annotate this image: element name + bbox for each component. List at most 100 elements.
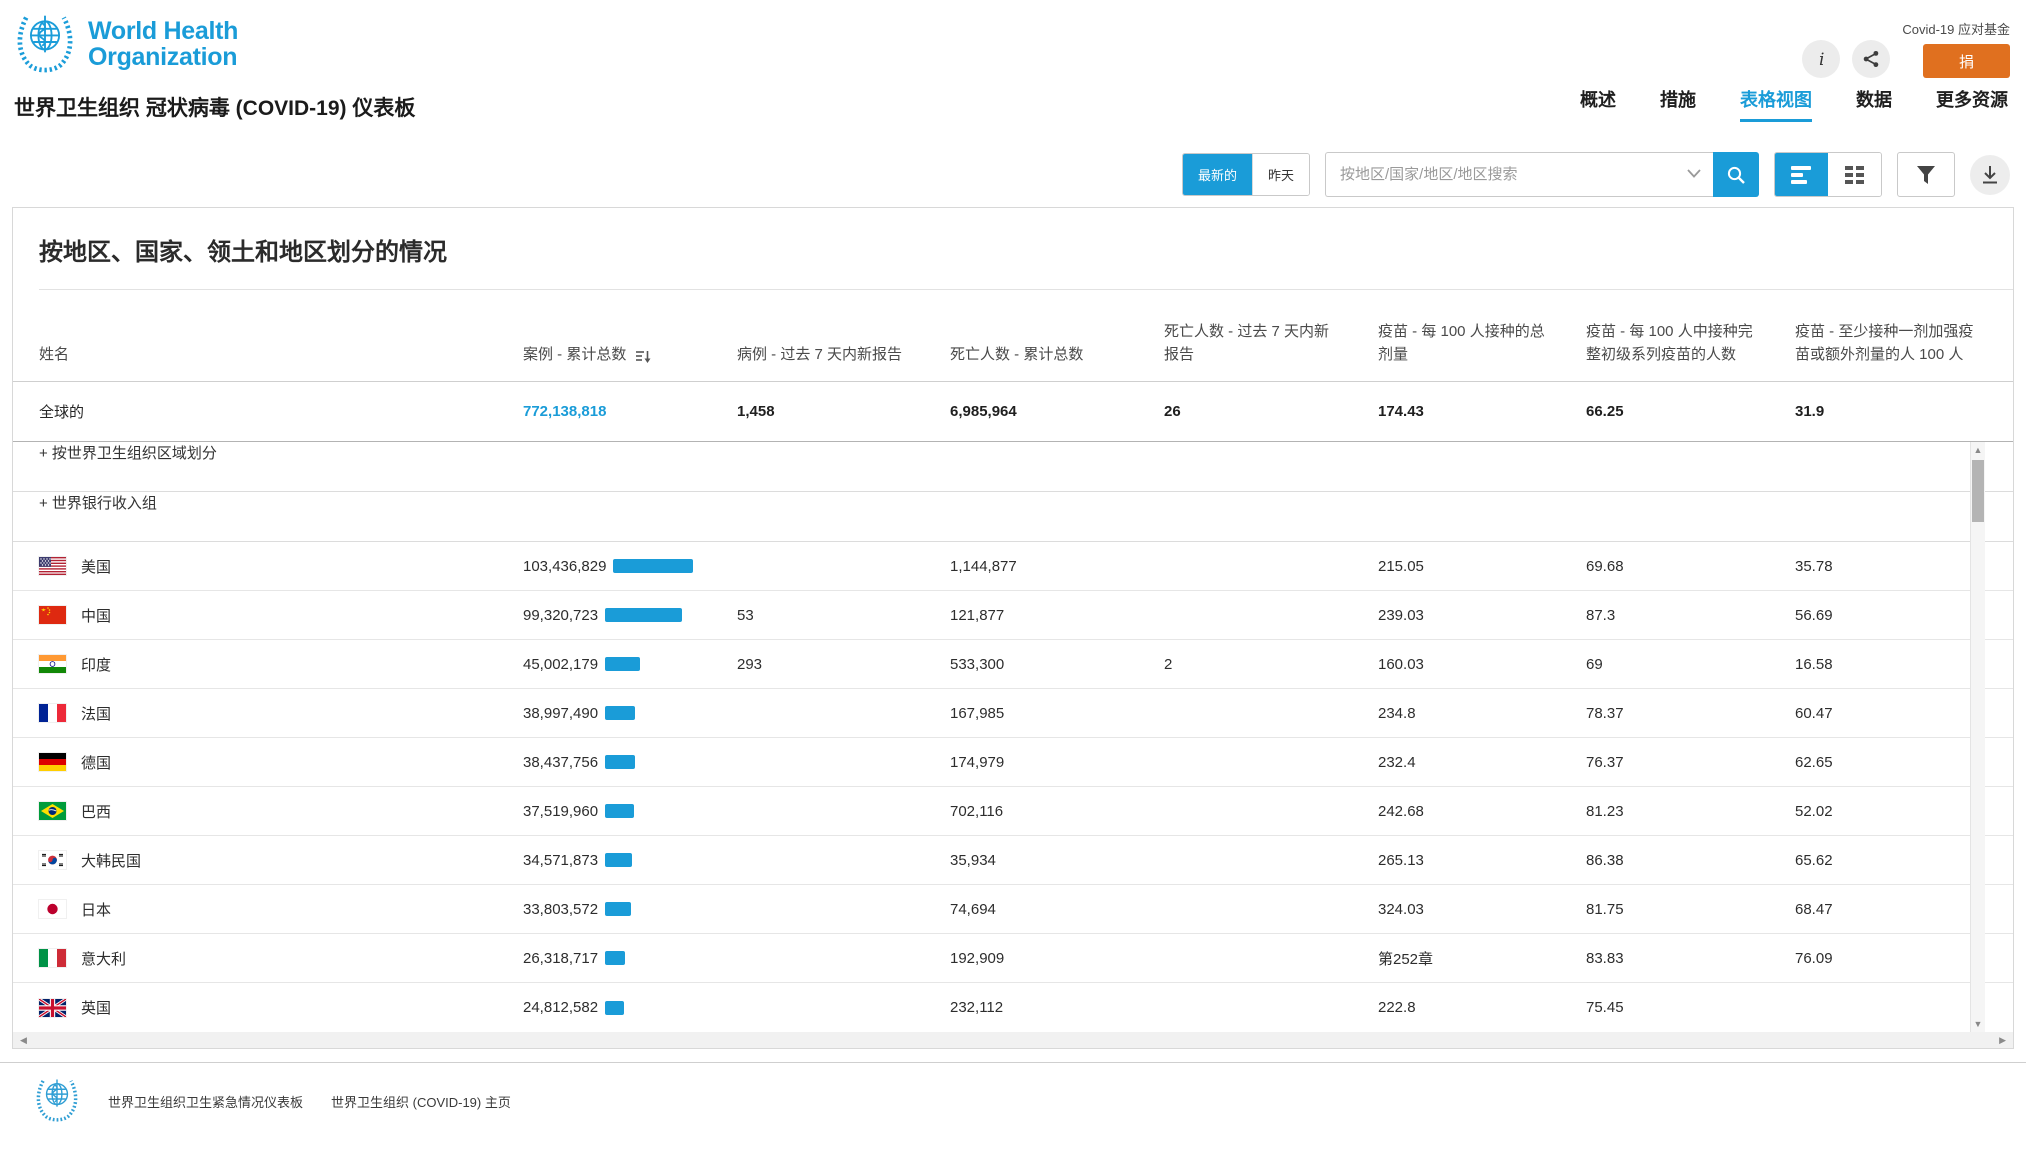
- column-header-4[interactable]: 死亡人数 - 过去 7 天内新报告: [1164, 311, 1378, 381]
- bar-view-button[interactable]: [1775, 153, 1828, 196]
- group-row-label: + 按世界卫生组织区域划分: [39, 445, 217, 462]
- search-input[interactable]: [1325, 152, 1713, 197]
- scroll-down-arrow-icon[interactable]: ▼: [1971, 1019, 1985, 1029]
- cases-value: 45,002,179: [523, 656, 598, 673]
- cases-value: 38,997,490: [523, 705, 598, 722]
- latest-toggle-button[interactable]: 最新的: [1183, 154, 1253, 195]
- table-row[interactable]: 印度45,002,179293533,3002160.036916.58: [13, 640, 2013, 689]
- country-name-cell: 美国: [39, 556, 523, 577]
- footer-link-covid-home[interactable]: 世界卫生组织 (COVID-19) 主页: [331, 1092, 511, 1111]
- nav-tab-data[interactable]: 数据: [1856, 86, 1892, 122]
- grid-view-icon: [1845, 166, 1865, 184]
- search-button[interactable]: [1713, 152, 1759, 197]
- cases-bar: [605, 853, 632, 867]
- vax-doses-value: 324.03: [1378, 901, 1586, 918]
- info-icon: i: [1813, 50, 1829, 68]
- table-row[interactable]: 日本33,803,57274,694324.0381.7568.47: [13, 885, 2013, 934]
- vertical-scrollbar[interactable]: ▲ ▼: [1970, 442, 1985, 1032]
- download-button[interactable]: [1970, 155, 2010, 195]
- global-new-deaths: 26: [1164, 403, 1378, 420]
- nav-tab-measures[interactable]: 措施: [1660, 86, 1696, 122]
- grid-view-button[interactable]: [1828, 153, 1881, 196]
- table-row[interactable]: 巴西37,519,960702,116242.6881.2352.02: [13, 787, 2013, 836]
- cases-cell: 45,002,179: [523, 656, 737, 673]
- nav-tab-overview[interactable]: 概述: [1580, 86, 1616, 122]
- vax-full-value: 87.3: [1586, 607, 1795, 624]
- vax-doses-value: 222.8: [1378, 999, 1586, 1016]
- vax-doses-value: 242.68: [1378, 803, 1586, 820]
- global-cases-link[interactable]: 772,138,818: [523, 403, 606, 420]
- info-button[interactable]: i: [1802, 40, 1840, 78]
- column-header-label: 病例 - 过去 7 天内新报告: [737, 344, 902, 367]
- who-logo[interactable]: World Health Organization: [14, 10, 238, 78]
- flag-cn-icon: [39, 606, 66, 624]
- table-row[interactable]: 法国38,997,490167,985234.878.3760.47: [13, 689, 2013, 738]
- group-row-0[interactable]: + 按世界卫生组织区域划分: [13, 442, 2013, 492]
- column-header-1[interactable]: 案例 - 累计总数: [523, 334, 737, 382]
- column-header-label: 案例 - 累计总数: [523, 344, 626, 367]
- country-name-cell: 印度: [39, 654, 523, 675]
- column-header-label: 姓名: [39, 344, 69, 367]
- yesterday-toggle-button[interactable]: 昨天: [1253, 154, 1309, 195]
- table-row[interactable]: 英国24,812,582232,112222.875.45: [13, 983, 2013, 1032]
- page-title: 世界卫生组织 冠状病毒 (COVID-19) 仪表板: [14, 92, 415, 122]
- flag-us-icon: [39, 557, 66, 575]
- cases-cell: 103,436,829: [523, 558, 737, 575]
- deaths-value: 74,694: [950, 901, 1164, 918]
- table-row[interactable]: 美国103,436,8291,144,877215.0569.6835.78: [13, 542, 2013, 591]
- who-emblem-icon: [14, 11, 76, 78]
- global-row[interactable]: 全球的 772,138,818 1,458 6,985,964 26 174.4…: [13, 382, 2013, 442]
- column-header-7[interactable]: 疫苗 - 至少接种一剂加强疫苗或额外剂量的人 100 人: [1795, 311, 2013, 381]
- share-button[interactable]: [1852, 40, 1890, 78]
- vertical-scrollbar-thumb[interactable]: [1972, 460, 1984, 522]
- table-row[interactable]: 中国99,320,72353121,877239.0387.356.69: [13, 591, 2013, 640]
- column-header-0[interactable]: 姓名: [39, 334, 523, 382]
- main-nav: 概述 措施 表格视图 数据 更多资源: [1580, 86, 2008, 122]
- group-row-label: + 世界银行收入组: [39, 495, 157, 512]
- cases-bar: [605, 755, 635, 769]
- table-row[interactable]: 大韩民国34,571,87335,934265.1386.3865.62: [13, 836, 2013, 885]
- cases-value: 33,803,572: [523, 901, 598, 918]
- filter-button[interactable]: [1897, 152, 1955, 197]
- vax-doses-value: 239.03: [1378, 607, 1586, 624]
- sort-icon[interactable]: [636, 350, 651, 364]
- cases-value: 26,318,717: [523, 950, 598, 967]
- vax-full-value: 81.23: [1586, 803, 1795, 820]
- deaths-value: 174,979: [950, 754, 1164, 771]
- chevron-down-icon[interactable]: [1687, 169, 1701, 178]
- country-name-cell: 中国: [39, 605, 523, 626]
- table-row[interactable]: 意大利26,318,717192,909第252章83.8376.09: [13, 934, 2013, 983]
- flag-gb-icon: [39, 999, 66, 1017]
- table-row[interactable]: 德国38,437,756174,979232.476.3762.65: [13, 738, 2013, 787]
- scroll-left-arrow-icon[interactable]: ◀: [20, 1035, 27, 1046]
- column-header-6[interactable]: 疫苗 - 每 100 人中接种完整初级系列疫苗的人数: [1586, 311, 1795, 381]
- scroll-right-arrow-icon[interactable]: ▶: [1999, 1035, 2006, 1046]
- flag-fr-icon: [39, 704, 66, 722]
- cases-cell: 38,997,490: [523, 705, 737, 722]
- filter-icon: [1917, 166, 1935, 184]
- deaths-value: 702,116: [950, 803, 1164, 820]
- column-header-2[interactable]: 病例 - 过去 7 天内新报告: [737, 334, 950, 382]
- cases-value: 103,436,829: [523, 558, 606, 575]
- deaths-value: 121,877: [950, 607, 1164, 624]
- global-vax-full: 66.25: [1586, 403, 1795, 420]
- country-name: 美国: [81, 556, 111, 577]
- country-name: 中国: [81, 605, 111, 626]
- page-footer: 世界卫生组织卫生紧急情况仪表板 世界卫生组织 (COVID-19) 主页: [0, 1062, 2026, 1140]
- group-row-1[interactable]: + 世界银行收入组: [13, 492, 2013, 542]
- global-name: 全球的: [39, 401, 523, 422]
- cases-bar: [605, 706, 635, 720]
- country-name: 法国: [81, 703, 111, 724]
- cases-cell: 26,318,717: [523, 950, 737, 967]
- footer-link-emergencies-dashboard[interactable]: 世界卫生组织卫生紧急情况仪表板: [108, 1092, 303, 1111]
- nav-tab-more-resources[interactable]: 更多资源: [1936, 86, 2008, 122]
- column-header-3[interactable]: 死亡人数 - 累计总数: [950, 334, 1164, 382]
- covid-fund-label: Covid-19 应对基金: [1902, 19, 2010, 38]
- column-header-5[interactable]: 疫苗 - 每 100 人接种的总剂量: [1378, 311, 1586, 381]
- donate-button[interactable]: 捐: [1923, 44, 2010, 78]
- horizontal-scrollbar[interactable]: ◀ ▶: [13, 1032, 2013, 1048]
- scroll-up-arrow-icon[interactable]: ▲: [1971, 445, 1985, 455]
- nav-tab-table-view[interactable]: 表格视图: [1740, 86, 1812, 122]
- cases-cell: 34,571,873: [523, 852, 737, 869]
- vax-full-value: 76.37: [1586, 754, 1795, 771]
